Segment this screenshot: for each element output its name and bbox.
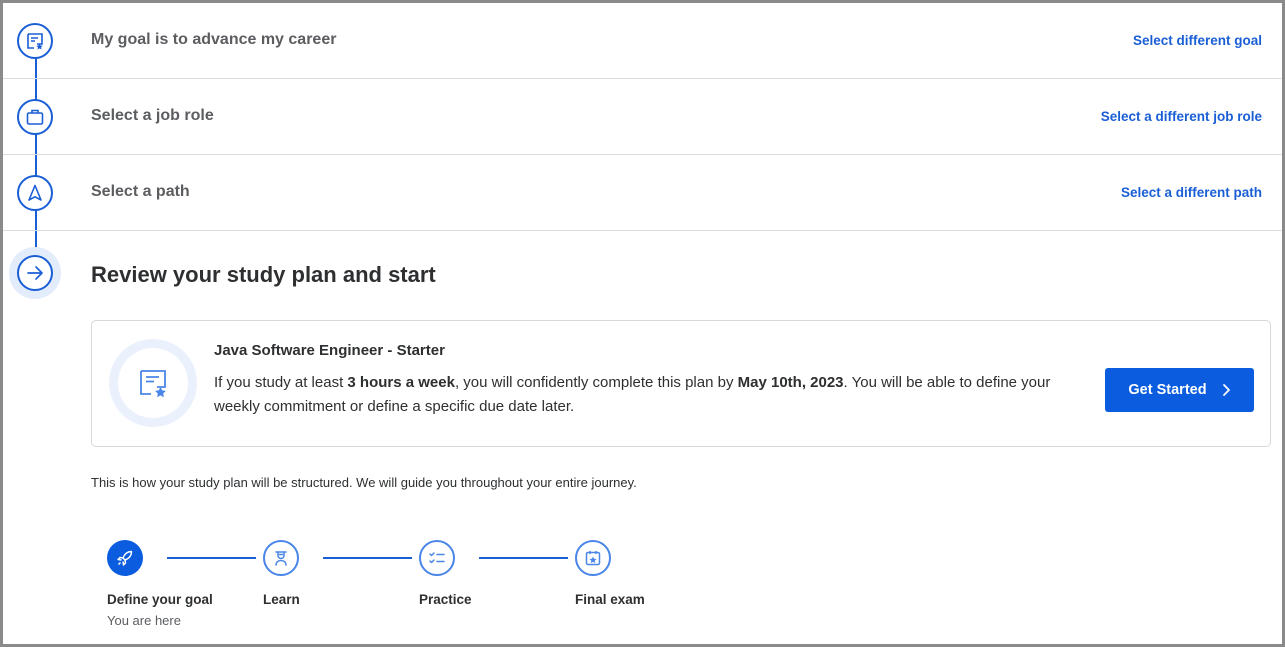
navigation-arrow-icon (17, 175, 53, 211)
stage-final-exam-label: Final exam (575, 592, 645, 607)
study-plan-card: Java Software Engineer - Starter If you … (91, 320, 1271, 447)
stage-connector (479, 557, 568, 559)
plan-due-date: May 10th, 2023 (737, 374, 844, 391)
select-different-goal-link[interactable]: Select different goal (1133, 33, 1262, 48)
chevron-right-icon (1222, 384, 1230, 396)
step-job-role-row: Select a job role Select a different job… (3, 79, 1282, 155)
select-different-path-link[interactable]: Select a different path (1121, 185, 1262, 200)
checklist-icon (419, 540, 455, 576)
stage-connector (167, 557, 256, 559)
stage-you-are-here: You are here (107, 613, 181, 628)
review-step-title: Review your study plan and start (91, 262, 436, 287)
plan-badge (109, 339, 197, 427)
exam-calendar-star-icon (575, 540, 611, 576)
select-different-job-role-link[interactable]: Select a different job role (1101, 109, 1262, 124)
arrow-right-icon (17, 255, 53, 291)
stage-define-goal-label: Define your goal (107, 592, 213, 607)
step-path-label: Select a path (91, 183, 190, 200)
get-started-label: Get Started (1128, 382, 1207, 398)
certificate-star-icon (140, 370, 166, 398)
stage-connector (323, 557, 412, 559)
plan-hours: 3 hours a week (347, 374, 455, 391)
get-started-button[interactable]: Get Started (1105, 368, 1254, 412)
plan-title: Java Software Engineer - Starter (214, 342, 445, 359)
briefcase-icon (17, 99, 53, 135)
plan-description: If you study at least 3 hours a week, yo… (214, 374, 1051, 415)
step-job-role-label: Select a job role (91, 107, 214, 124)
step-path-row: Select a path Select a different path (3, 155, 1282, 231)
step-goal-row: My goal is to advance my career Select d… (3, 3, 1282, 79)
rocket-icon (107, 540, 143, 576)
stage-learn-label: Learn (263, 592, 300, 607)
study-plan-page: My goal is to advance my career Select d… (0, 0, 1285, 647)
stage-practice-label: Practice (419, 592, 472, 607)
goal-certificate-icon (17, 23, 53, 59)
step-goal-label: My goal is to advance my career (91, 31, 337, 48)
learner-icon (263, 540, 299, 576)
structure-note: This is how your study plan will be stru… (91, 475, 637, 490)
